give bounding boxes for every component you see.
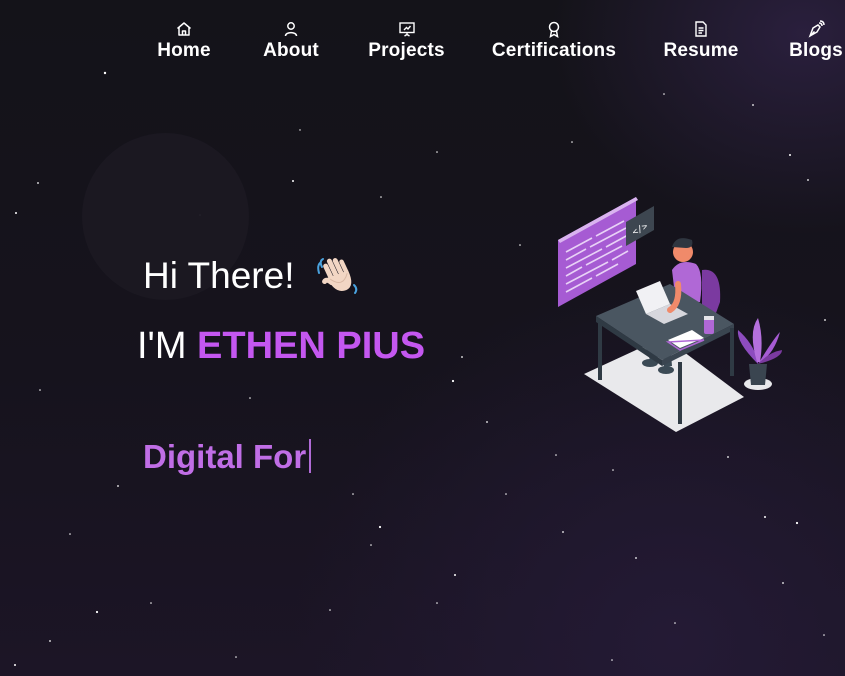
intro-heading: I'M ETHEN PIUS xyxy=(137,325,425,368)
nav-item-home[interactable]: Home xyxy=(157,20,211,62)
home-icon xyxy=(177,22,191,36)
typing-cursor xyxy=(309,439,312,473)
nav-label-home: Home xyxy=(157,40,211,61)
waving-hand-icon xyxy=(317,258,358,294)
nav-label-projects: Projects xyxy=(368,40,445,61)
nav-label-resume: Resume xyxy=(663,40,739,61)
nav-label-certifications: Certifications xyxy=(491,40,617,61)
nav-item-projects[interactable]: Projects xyxy=(368,20,445,62)
top-navigation: Home About Projects Certifications Resum… xyxy=(0,20,845,72)
presentation-icon xyxy=(398,22,415,37)
pen-nib-icon xyxy=(808,20,825,38)
award-icon xyxy=(548,21,560,38)
nav-item-about[interactable]: About xyxy=(263,20,319,62)
intro-prefix: I'M xyxy=(137,325,187,367)
typewriter-text: Digital For xyxy=(143,438,312,476)
developer-illustration: </> xyxy=(558,197,782,432)
greeting-heading: Hi There! xyxy=(143,255,295,296)
nav-label-about: About xyxy=(263,40,319,61)
typed-text: Digital For xyxy=(143,438,307,475)
hero-name: ETHEN PIUS xyxy=(197,325,426,367)
user-icon xyxy=(284,22,298,37)
nav-item-resume[interactable]: Resume xyxy=(663,20,739,62)
document-icon xyxy=(695,21,707,37)
nav-label-blogs: Blogs xyxy=(789,40,843,61)
nav-item-blogs[interactable]: Blogs xyxy=(789,20,843,62)
nav-item-certifications[interactable]: Certifications xyxy=(491,20,617,62)
